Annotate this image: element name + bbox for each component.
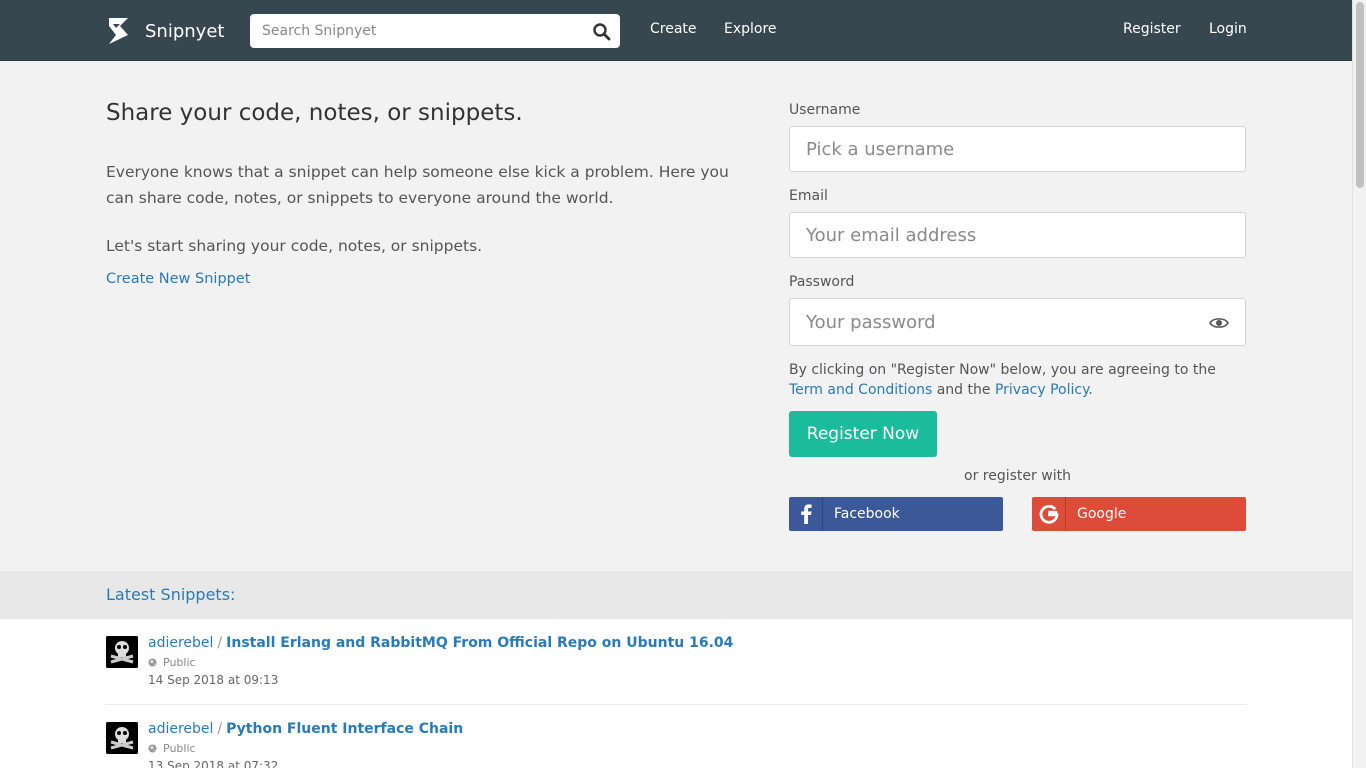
snippet-separator: / <box>217 635 223 651</box>
latest-snippets-header: Latest Snippets: <box>0 571 1352 619</box>
nav-explore-link[interactable]: Explore <box>724 21 777 37</box>
nav-register-link[interactable]: Register <box>1123 21 1181 37</box>
eye-icon[interactable] <box>1209 315 1229 331</box>
register-now-button[interactable]: Register Now <box>789 411 937 457</box>
nav-create-link[interactable]: Create <box>650 21 697 37</box>
facebook-icon <box>789 497 823 531</box>
brand-link[interactable]: Snipnyet <box>106 17 224 45</box>
logo-icon <box>109 18 128 44</box>
latest-snippets-list: adierebel / Install Erlang and RabbitMQ Fr… <box>0 619 1352 768</box>
google-icon <box>1032 497 1066 531</box>
terms-suffix: . <box>1088 382 1093 398</box>
snippet-separator: / <box>217 721 223 737</box>
snippet-visibility: Public <box>148 656 196 669</box>
create-snippet-link[interactable]: Create New Snippet <box>106 271 250 287</box>
terms-text: By clicking on "Register Now" below, you… <box>789 360 1249 400</box>
hero-title: Share your code, notes, or snippets. <box>106 100 523 126</box>
page-scrollbar[interactable] <box>1352 0 1366 768</box>
nav-login-link[interactable]: Login <box>1209 21 1247 37</box>
snippet-author-link[interactable]: adierebel <box>148 635 213 651</box>
email-label: Email <box>789 188 828 204</box>
username-field[interactable] <box>790 127 1245 171</box>
snippet-visibility-label: Public <box>163 742 196 755</box>
brand-name: Snipnyet <box>145 20 225 42</box>
snippet-title-link[interactable]: Python Fluent Interface Chain <box>226 721 463 737</box>
facebook-register-button[interactable]: Facebook <box>789 497 1003 531</box>
google-label: Google <box>1077 506 1127 522</box>
password-field-wrapper <box>789 298 1246 346</box>
scrollbar-thumb[interactable] <box>1356 2 1364 188</box>
list-item: adierebel / Install Erlang and RabbitMQ Fr… <box>106 619 1246 705</box>
avatar[interactable] <box>106 636 138 668</box>
terms-link[interactable]: Term and Conditions <box>789 382 932 398</box>
snippet-author-link[interactable]: adierebel <box>148 721 213 737</box>
snippet-title-line: adierebel / Python Fluent Interface Chain <box>148 721 463 737</box>
hero-cta-text: Let's start sharing your code, notes, or… <box>106 237 483 255</box>
google-register-button[interactable]: Google <box>1032 497 1246 531</box>
snippet-title-line: adierebel / Install Erlang and RabbitMQ Fr… <box>148 635 733 651</box>
username-field-wrapper <box>789 126 1246 172</box>
email-field-wrapper <box>789 212 1246 258</box>
snippet-visibility-label: Public <box>163 656 196 669</box>
password-field[interactable] <box>790 299 1245 345</box>
snippet-title-link[interactable]: Install Erlang and RabbitMQ From Officia… <box>226 635 733 651</box>
latest-snippets-title: Latest Snippets: <box>106 585 236 604</box>
search-icon[interactable] <box>592 22 612 42</box>
privacy-link[interactable]: Privacy Policy <box>995 382 1088 398</box>
hero-description: Everyone knows that a snippet can help s… <box>106 163 729 207</box>
or-register-with-text: or register with <box>964 468 1071 484</box>
snippet-date: 13 Sep 2018 at 07:32 <box>148 759 279 768</box>
search-box <box>250 14 620 48</box>
username-label: Username <box>789 102 861 118</box>
globe-icon <box>148 658 157 667</box>
search-input[interactable] <box>250 14 580 48</box>
facebook-label: Facebook <box>834 506 900 522</box>
terms-mid: and the <box>932 382 995 398</box>
password-label: Password <box>789 274 855 290</box>
list-item: adierebel / Python Fluent Interface Chain … <box>106 705 1246 768</box>
email-field[interactable] <box>790 213 1245 257</box>
navbar: Snipnyet Create Explore Register Login <box>0 0 1352 61</box>
snippet-visibility: Public <box>148 742 196 755</box>
avatar[interactable] <box>106 722 138 754</box>
terms-prefix: By clicking on "Register Now" below, you… <box>789 362 1216 378</box>
snippet-date: 14 Sep 2018 at 09:13 <box>148 673 279 687</box>
globe-icon <box>148 744 157 753</box>
